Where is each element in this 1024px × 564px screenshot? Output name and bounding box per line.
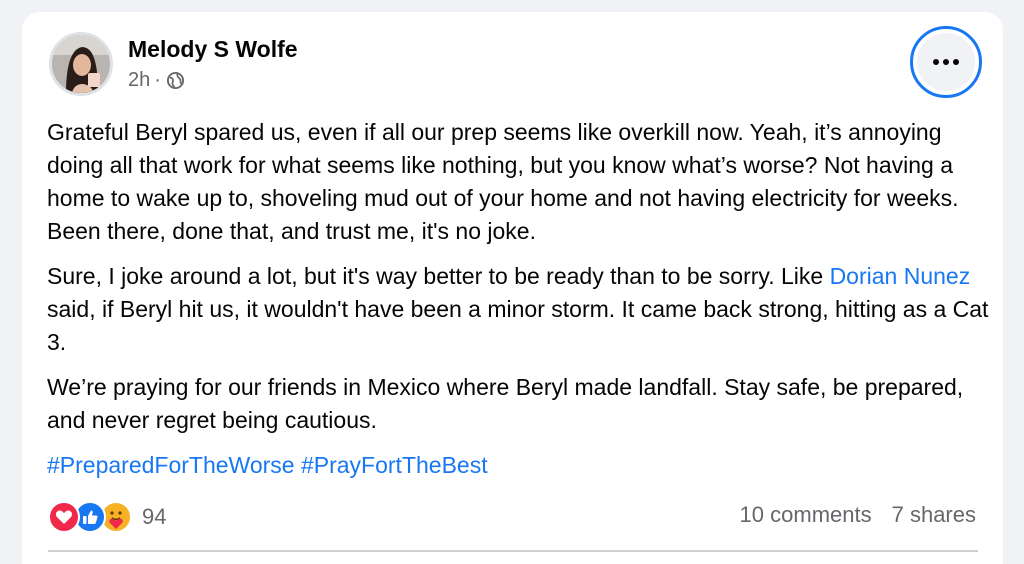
post-paragraph-2: Sure, I joke around a lot, but it's way … (47, 260, 992, 359)
author-name[interactable]: Melody S Wolfe (128, 36, 298, 63)
post-card: Melody S Wolfe 2h · Grateful Beryl spare… (22, 12, 1003, 564)
meta-separator: · (154, 69, 161, 91)
comments-count[interactable]: 10 comments (740, 502, 872, 528)
paragraph-2-start: Sure, I joke around a lot, but it's way … (47, 263, 830, 289)
globe-icon[interactable] (166, 71, 185, 90)
post-text: Grateful Beryl spared us, even if all ou… (47, 116, 992, 494)
love-reaction-icon (48, 501, 80, 533)
post-meta: 2h · (128, 69, 185, 92)
more-horizontal-icon (917, 33, 975, 91)
more-options-button[interactable] (910, 26, 982, 98)
reaction-count: 94 (142, 504, 167, 529)
author-avatar[interactable] (49, 32, 113, 96)
hashtag-link[interactable]: #PrayFortTheBest (301, 452, 488, 478)
shares-count[interactable]: 7 shares (892, 502, 976, 528)
hashtags: #PreparedForTheWorse #PrayFortTheBest (47, 449, 992, 482)
post-timestamp[interactable]: 2h (128, 69, 150, 92)
engagement-stats: 10 comments 7 shares (740, 502, 976, 528)
post-paragraph-3: We’re praying for our friends in Mexico … (47, 374, 964, 433)
hashtag-link[interactable]: #PreparedForTheWorse (47, 452, 295, 478)
divider (48, 550, 978, 552)
post-paragraph-1: Grateful Beryl spared us, even if all ou… (47, 119, 959, 244)
avatar-photo (52, 35, 110, 93)
reactions-summary[interactable]: 94 (48, 501, 166, 533)
mention-link[interactable]: Dorian Nunez (830, 263, 971, 289)
